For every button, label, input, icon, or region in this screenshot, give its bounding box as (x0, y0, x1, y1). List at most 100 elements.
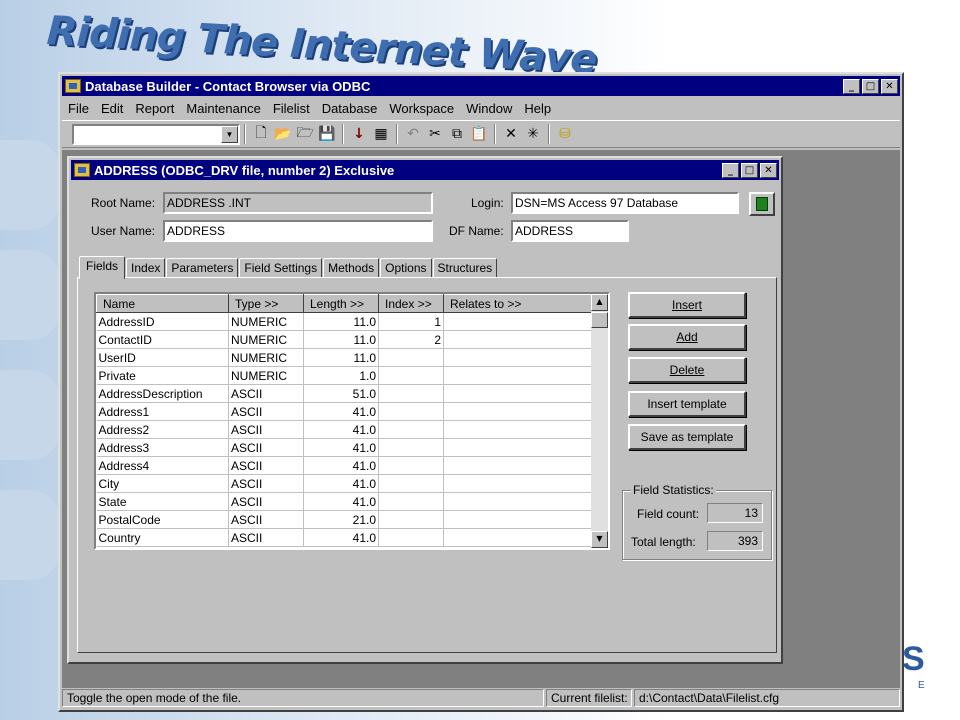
cell-length[interactable]: 41.0 (303, 528, 379, 547)
chevron-down-icon[interactable]: ▼ (221, 125, 238, 143)
table-row[interactable]: PostalCode ASCII 21.0 (96, 510, 592, 529)
database-icon[interactable]: ⛁ (554, 123, 576, 145)
table-icon[interactable] (74, 163, 90, 177)
cell-name[interactable]: ContactID (96, 330, 229, 349)
column-header-type[interactable]: Type >> (228, 294, 304, 313)
cell-index[interactable] (378, 456, 444, 475)
column-header-relates[interactable]: Relates to >> (443, 294, 592, 313)
menu-database[interactable]: Database (316, 101, 384, 116)
table-row[interactable]: Private NUMERIC 1.0 (96, 366, 592, 385)
cell-relates[interactable] (443, 366, 592, 385)
cell-length[interactable]: 11.0 (303, 348, 379, 367)
grid-scrollbar[interactable]: ▲ ▼ (591, 294, 608, 548)
delete-icon[interactable]: ✕ (500, 123, 522, 145)
scroll-down-icon[interactable]: ▼ (591, 531, 608, 548)
cell-name[interactable]: Address4 (96, 456, 229, 475)
app-icon[interactable] (65, 79, 81, 93)
cell-length[interactable]: 51.0 (303, 384, 379, 403)
cell-index[interactable]: 1 (378, 312, 444, 331)
cell-index[interactable] (378, 510, 444, 529)
cell-length[interactable]: 41.0 (303, 474, 379, 493)
menu-edit[interactable]: Edit (95, 101, 129, 116)
scroll-thumb[interactable] (591, 312, 608, 328)
root-name-field[interactable]: ADDRESS .INT (163, 192, 433, 214)
cell-relates[interactable] (443, 420, 592, 439)
cell-type[interactable]: ASCII (228, 492, 304, 511)
table-row[interactable]: City ASCII 41.0 (96, 474, 592, 493)
cell-relates[interactable] (443, 492, 592, 511)
new-icon[interactable]: 🗋 (250, 123, 272, 145)
cell-type[interactable]: NUMERIC (228, 312, 304, 331)
cell-length[interactable]: 41.0 (303, 492, 379, 511)
main-titlebar[interactable]: Database Builder - Contact Browser via O… (62, 76, 900, 96)
fields-grid[interactable]: Name Type >> Length >> Index >> Relates … (94, 292, 610, 550)
cell-relates[interactable] (443, 438, 592, 457)
insert-template-button[interactable]: Insert template (628, 391, 746, 417)
cell-relates[interactable] (443, 528, 592, 547)
cell-relates[interactable] (443, 330, 592, 349)
column-header-name[interactable]: Name (96, 294, 229, 313)
scroll-up-icon[interactable]: ▲ (591, 294, 608, 311)
login-field[interactable]: DSN=MS Access 97 Database (511, 192, 739, 214)
open-icon[interactable]: 📂 (272, 123, 294, 145)
cell-type[interactable]: ASCII (228, 438, 304, 457)
cell-type[interactable]: ASCII (228, 528, 304, 547)
table-row[interactable]: Address4 ASCII 41.0 (96, 456, 592, 475)
table-row[interactable]: UserID NUMERIC 11.0 (96, 348, 592, 367)
cell-index[interactable] (378, 492, 444, 511)
cell-length[interactable]: 1.0 (303, 366, 379, 385)
save-template-button[interactable]: Save as template (628, 424, 746, 450)
tab-fields[interactable]: Fields (79, 256, 126, 279)
minimize-button[interactable]: _ (843, 78, 860, 94)
df-name-field[interactable]: ADDRESS (511, 220, 629, 242)
tab-structures[interactable]: Structures (432, 258, 498, 278)
paste-icon[interactable]: 📋 (468, 123, 490, 145)
connect-button[interactable] (749, 192, 775, 216)
cell-name[interactable]: AddressID (96, 312, 229, 331)
properties-icon[interactable]: ▦ (370, 123, 392, 145)
cell-index[interactable] (378, 384, 444, 403)
table-row[interactable]: ContactID NUMERIC 11.0 2 (96, 330, 592, 349)
table-row[interactable]: Country ASCII 41.0 (96, 528, 592, 547)
cell-name[interactable]: Private (96, 366, 229, 385)
sort-icon[interactable]: ↓ (348, 123, 370, 145)
child-titlebar[interactable]: ADDRESS (ODBC_DRV file, number 2) Exclus… (71, 160, 779, 180)
cell-length[interactable]: 11.0 (303, 312, 379, 331)
cell-relates[interactable] (443, 510, 592, 529)
table-row[interactable]: AddressID NUMERIC 11.0 1 (96, 312, 592, 331)
cell-length[interactable]: 41.0 (303, 438, 379, 457)
copy-icon[interactable]: ⧉ (446, 123, 468, 145)
cell-length[interactable]: 41.0 (303, 420, 379, 439)
cell-relates[interactable] (443, 474, 592, 493)
table-row[interactable]: Address1 ASCII 41.0 (96, 402, 592, 421)
table-row[interactable]: AddressDescription ASCII 51.0 (96, 384, 592, 403)
cell-type[interactable]: NUMERIC (228, 330, 304, 349)
cell-name[interactable]: Address2 (96, 420, 229, 439)
tab-options[interactable]: Options (380, 258, 432, 278)
maximize-button[interactable]: □ (741, 162, 758, 178)
toolbar-combo[interactable]: ▼ (72, 123, 240, 145)
cell-type[interactable]: ASCII (228, 402, 304, 421)
cell-type[interactable]: ASCII (228, 384, 304, 403)
table-row[interactable]: Address3 ASCII 41.0 (96, 438, 592, 457)
cell-type[interactable]: ASCII (228, 456, 304, 475)
cut-icon[interactable]: ✂ (424, 123, 446, 145)
table-row[interactable]: Address2 ASCII 41.0 (96, 420, 592, 439)
cell-length[interactable]: 21.0 (303, 510, 379, 529)
maximize-button[interactable]: □ (862, 78, 879, 94)
cell-index[interactable] (378, 348, 444, 367)
cell-index[interactable] (378, 402, 444, 421)
close-button[interactable]: ✕ (760, 162, 777, 178)
cell-name[interactable]: PostalCode (96, 510, 229, 529)
cell-name[interactable]: AddressDescription (96, 384, 229, 403)
close-button[interactable]: ✕ (881, 78, 898, 94)
cell-type[interactable]: ASCII (228, 420, 304, 439)
tab-methods[interactable]: Methods (323, 258, 380, 278)
cell-index[interactable]: 2 (378, 330, 444, 349)
cell-index[interactable] (378, 420, 444, 439)
menu-window[interactable]: Window (460, 101, 518, 116)
menu-report[interactable]: Report (129, 101, 180, 116)
cell-name[interactable]: State (96, 492, 229, 511)
tab-index[interactable]: Index (126, 258, 166, 278)
add-button[interactable]: Add (628, 324, 746, 350)
